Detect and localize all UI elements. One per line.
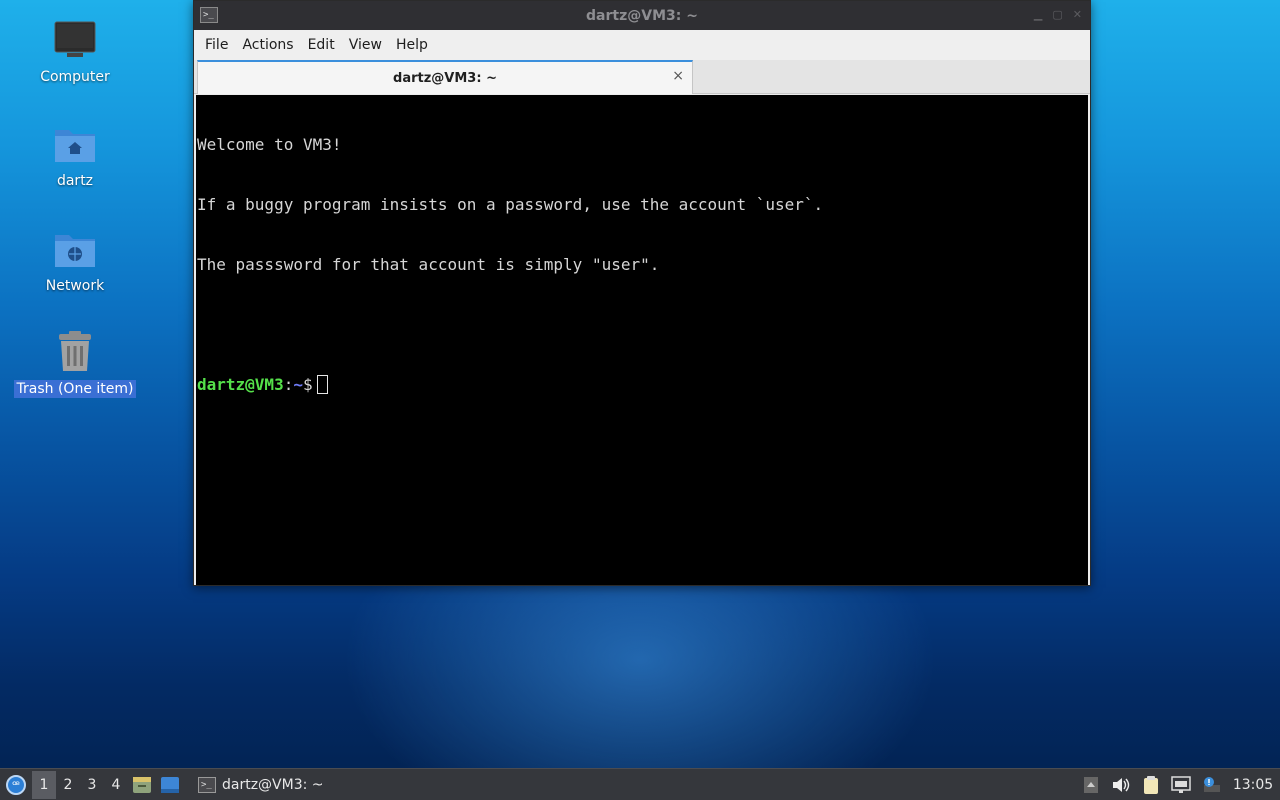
- workspace-4[interactable]: 4: [104, 777, 128, 793]
- menu-actions[interactable]: Actions: [235, 37, 300, 53]
- workspace-2[interactable]: 2: [56, 777, 80, 793]
- file-manager-launcher[interactable]: [128, 776, 156, 794]
- tray-expand-icon[interactable]: [1076, 777, 1106, 793]
- desktop-icon-label: Trash (One item): [13, 380, 137, 398]
- terminal-prompt: dartz@VM3:~$: [197, 375, 1087, 395]
- prompt-path: ~: [293, 375, 303, 394]
- terminal-cursor: [316, 375, 328, 394]
- prompt-symbol: $: [302, 375, 313, 394]
- trash-icon: [53, 330, 97, 374]
- taskbar-task-terminal[interactable]: >_ dartz@VM3: ~: [192, 771, 330, 799]
- clipboard-icon[interactable]: [1136, 775, 1166, 795]
- notification-icon[interactable]: [1196, 776, 1226, 794]
- workspace-3[interactable]: 3: [80, 777, 104, 793]
- menu-help[interactable]: Help: [389, 37, 435, 53]
- tab-bar: dartz@VM3: ~ ×: [194, 60, 1090, 94]
- home-folder-icon: [53, 122, 97, 166]
- terminal-app-icon: >_: [198, 776, 216, 793]
- maximize-icon[interactable]: ▢: [1052, 8, 1062, 21]
- terminal-window: >_ dartz@VM3: ~ ▁ ▢ ✕ File Actions Edit …: [193, 0, 1091, 586]
- prompt-separator: :: [283, 375, 294, 394]
- app-menu-icon: ꟹ: [6, 774, 26, 795]
- file-manager-icon: [133, 776, 151, 793]
- desktop-icon: [161, 776, 179, 793]
- terminal-app-icon: >_: [200, 7, 218, 23]
- terminal-output[interactable]: Welcome to VM3! If a buggy program insis…: [196, 95, 1088, 585]
- close-icon[interactable]: ✕: [1073, 8, 1082, 21]
- taskbar: ꟹ 1 2 3 4 >_ dartz@VM3: ~ 13:05: [0, 768, 1280, 800]
- desktop-icon-label: dartz: [56, 173, 94, 189]
- show-desktop-launcher[interactable]: [156, 776, 184, 794]
- tab-close-icon[interactable]: ×: [672, 68, 684, 84]
- menu-view[interactable]: View: [342, 37, 389, 53]
- terminal-line: The passsword for that account is simply…: [197, 255, 660, 274]
- desktop-icon-label: Computer: [40, 69, 110, 85]
- terminal-line: If a buggy program insists on a password…: [197, 195, 824, 214]
- menu-bar: File Actions Edit View Help: [194, 30, 1090, 60]
- tab-title: dartz@VM3: ~: [393, 70, 497, 86]
- desktop-icon-home[interactable]: dartz: [16, 122, 134, 190]
- menu-file[interactable]: File: [198, 37, 235, 53]
- network-icon[interactable]: [1166, 776, 1196, 794]
- prompt-user: dartz@VM3: [197, 375, 284, 394]
- clock[interactable]: 13:05: [1226, 777, 1280, 793]
- computer-icon: [53, 18, 97, 62]
- task-title: dartz@VM3: ~: [222, 776, 324, 793]
- window-titlebar[interactable]: >_ dartz@VM3: ~ ▁ ▢ ✕: [194, 1, 1090, 30]
- network-folder-icon: [53, 227, 97, 271]
- desktop-icon-label: Network: [45, 278, 105, 294]
- window-title: dartz@VM3: ~: [586, 7, 698, 24]
- desktop-icon-computer[interactable]: Computer: [16, 18, 134, 86]
- menu-edit[interactable]: Edit: [301, 37, 342, 53]
- desktop-icon-trash[interactable]: Trash (One item): [13, 330, 137, 398]
- terminal-line: Welcome to VM3!: [197, 135, 342, 154]
- volume-icon[interactable]: [1106, 777, 1136, 793]
- system-tray: 13:05: [1076, 769, 1280, 800]
- start-menu-button[interactable]: ꟹ: [0, 769, 32, 800]
- desktop-icon-network[interactable]: Network: [16, 227, 134, 295]
- tab-terminal[interactable]: dartz@VM3: ~ ×: [197, 60, 693, 94]
- minimize-icon[interactable]: ▁: [1034, 8, 1042, 21]
- workspace-1[interactable]: 1: [32, 770, 56, 799]
